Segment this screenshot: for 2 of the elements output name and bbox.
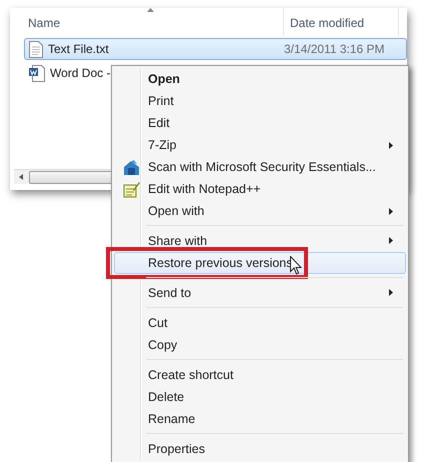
date-modified: 3/14/2011 3:16 PM — [284, 42, 385, 56]
file-name: Text File.txt — [48, 42, 110, 56]
